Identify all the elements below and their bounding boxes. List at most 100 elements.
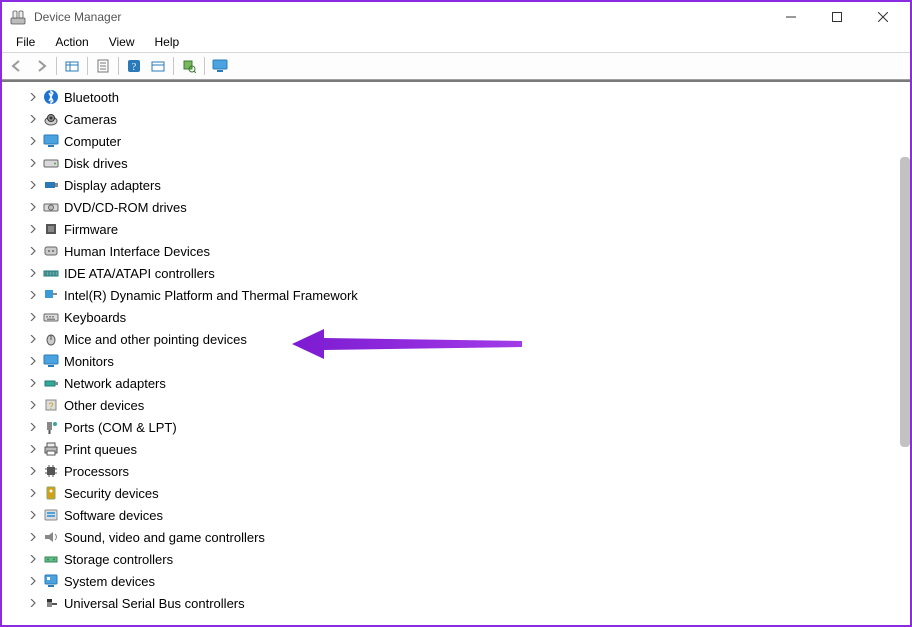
tree-node[interactable]: Software devices (26, 504, 910, 526)
tree-node-label: Bluetooth (64, 90, 119, 105)
tree-node-label: Human Interface Devices (64, 244, 210, 259)
tree-node[interactable]: Keyboards (26, 306, 910, 328)
toolbar: ? (2, 52, 910, 80)
tree-node-label: Sound, video and game controllers (64, 530, 265, 545)
bluetooth-icon (42, 88, 60, 106)
expand-icon[interactable] (26, 530, 40, 544)
disk-drive-icon (42, 154, 60, 172)
tree-node-label: Mice and other pointing devices (64, 332, 247, 347)
tree-node[interactable]: Storage controllers (26, 548, 910, 570)
scan-hardware-icon[interactable] (178, 55, 200, 77)
tree-node-label: DVD/CD-ROM drives (64, 200, 187, 215)
tree-node[interactable]: Bluetooth (26, 86, 910, 108)
storage-controller-icon (42, 550, 60, 568)
tree-node[interactable]: DVD/CD-ROM drives (26, 196, 910, 218)
tree-node-label: Keyboards (64, 310, 126, 325)
expand-icon[interactable] (26, 178, 40, 192)
forward-icon[interactable] (30, 55, 52, 77)
menu-file[interactable]: File (6, 33, 45, 51)
device-tree[interactable]: Bluetooth Cameras Computer Disk drives Displ… (2, 82, 910, 625)
tree-node[interactable]: Human Interface Devices (26, 240, 910, 262)
expand-icon[interactable] (26, 552, 40, 566)
thermal-icon (42, 286, 60, 304)
menu-view[interactable]: View (99, 33, 145, 51)
expand-icon[interactable] (26, 420, 40, 434)
tree-node-label: Display adapters (64, 178, 161, 193)
expand-icon[interactable] (26, 332, 40, 346)
expand-icon[interactable] (26, 134, 40, 148)
tree-node[interactable]: Processors (26, 460, 910, 482)
tree-node[interactable]: Monitors (26, 350, 910, 372)
expand-icon[interactable] (26, 200, 40, 214)
maximize-button[interactable] (814, 2, 860, 32)
minimize-button[interactable] (768, 2, 814, 32)
properties-icon[interactable] (92, 55, 114, 77)
monitor-icon[interactable] (209, 55, 231, 77)
tree-node[interactable]: Computer (26, 130, 910, 152)
expand-icon[interactable] (26, 574, 40, 588)
tree-node-label: Disk drives (64, 156, 128, 171)
tree-node-label: IDE ATA/ATAPI controllers (64, 266, 215, 281)
tree-node-label: Other devices (64, 398, 144, 413)
expand-icon[interactable] (26, 156, 40, 170)
expand-icon[interactable] (26, 398, 40, 412)
menu-help[interactable]: Help (145, 33, 190, 51)
back-icon[interactable] (6, 55, 28, 77)
svg-text:?: ? (132, 62, 137, 73)
tree-node-label: Monitors (64, 354, 114, 369)
expand-icon[interactable] (26, 310, 40, 324)
client-area: Bluetooth Cameras Computer Disk drives Displ… (2, 80, 910, 625)
tree-node-label: Intel(R) Dynamic Platform and Thermal Fr… (64, 288, 358, 303)
tree-node[interactable]: Display adapters (26, 174, 910, 196)
tree-node[interactable]: Print queues (26, 438, 910, 460)
expand-icon[interactable] (26, 442, 40, 456)
expand-icon[interactable] (26, 486, 40, 500)
tree-node[interactable]: Network adapters (26, 372, 910, 394)
printer-icon (42, 440, 60, 458)
update-driver-icon[interactable] (147, 55, 169, 77)
menu-action[interactable]: Action (45, 33, 98, 51)
tree-node-label: Storage controllers (64, 552, 173, 567)
expand-icon[interactable] (26, 508, 40, 522)
tree-node[interactable]: Ports (COM & LPT) (26, 416, 910, 438)
tree-node-label: Security devices (64, 486, 159, 501)
dvd-drive-icon (42, 198, 60, 216)
tree-node[interactable]: Security devices (26, 482, 910, 504)
tree-node[interactable]: ? Other devices (26, 394, 910, 416)
monitor-category-icon (42, 352, 60, 370)
port-icon (42, 418, 60, 436)
show-hidden-icon[interactable] (61, 55, 83, 77)
tree-node[interactable]: Universal Serial Bus controllers (26, 592, 910, 614)
scrollbar-thumb[interactable] (900, 157, 910, 447)
ide-controller-icon (42, 264, 60, 282)
tree-node[interactable]: Mice and other pointing devices (26, 328, 910, 350)
tree-node[interactable]: IDE ATA/ATAPI controllers (26, 262, 910, 284)
expand-icon[interactable] (26, 376, 40, 390)
close-button[interactable] (860, 2, 906, 32)
hid-icon (42, 242, 60, 260)
expand-icon[interactable] (26, 112, 40, 126)
other-device-icon: ? (42, 396, 60, 414)
expand-icon[interactable] (26, 222, 40, 236)
svg-text:?: ? (48, 401, 53, 411)
expand-icon[interactable] (26, 90, 40, 104)
expand-icon[interactable] (26, 596, 40, 610)
expand-icon[interactable] (26, 464, 40, 478)
expand-icon[interactable] (26, 244, 40, 258)
tree-node-label: Network adapters (64, 376, 166, 391)
tree-node[interactable]: System devices (26, 570, 910, 592)
expand-icon[interactable] (26, 266, 40, 280)
tree-node[interactable]: Cameras (26, 108, 910, 130)
help-icon[interactable]: ? (123, 55, 145, 77)
tree-node-label: Computer (64, 134, 121, 149)
tree-node[interactable]: Sound, video and game controllers (26, 526, 910, 548)
tree-node-label: Processors (64, 464, 129, 479)
tree-node[interactable]: Intel(R) Dynamic Platform and Thermal Fr… (26, 284, 910, 306)
camera-icon (42, 110, 60, 128)
expand-icon[interactable] (26, 288, 40, 302)
expand-icon[interactable] (26, 354, 40, 368)
tree-node[interactable]: Disk drives (26, 152, 910, 174)
tree-node-label: Ports (COM & LPT) (64, 420, 177, 435)
tree-node[interactable]: Firmware (26, 218, 910, 240)
security-device-icon (42, 484, 60, 502)
